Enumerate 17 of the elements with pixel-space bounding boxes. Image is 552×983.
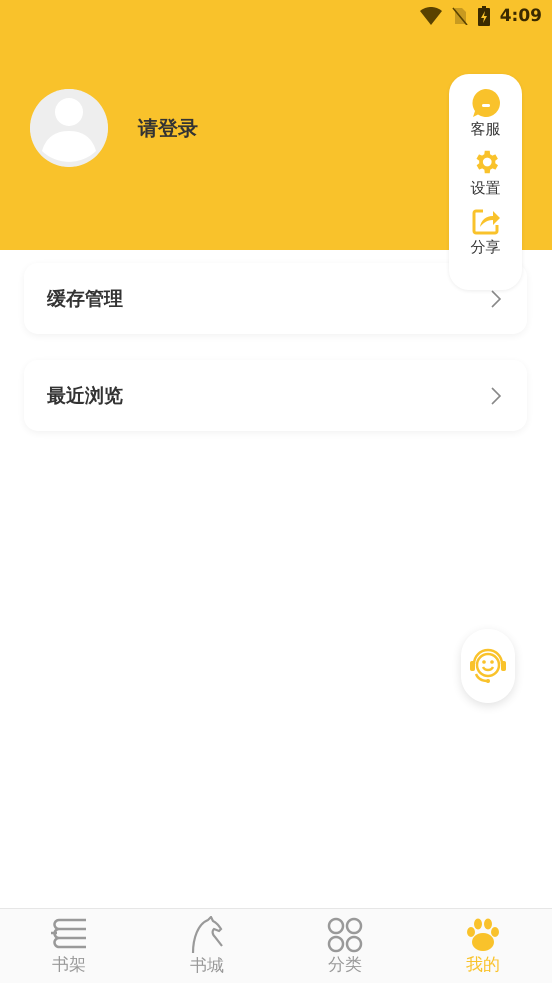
chevron-icon xyxy=(491,290,501,308)
avatar-icon[interactable] xyxy=(30,89,108,167)
chat-bubble-icon xyxy=(470,88,500,118)
paw-icon xyxy=(466,916,500,952)
wifi-icon xyxy=(420,7,442,25)
quick-menu-item[interactable]: 客服 xyxy=(470,88,500,139)
status-time: 4:09 xyxy=(500,6,542,26)
battery-charging-icon xyxy=(478,6,490,26)
chevron-icon xyxy=(491,386,501,404)
quick-menu-item[interactable]: 设置 xyxy=(470,147,500,198)
headset-smiley-icon xyxy=(468,646,508,686)
menu-row[interactable]: 最近浏览 xyxy=(24,360,527,431)
quick-menu-item[interactable]: 分享 xyxy=(470,206,500,257)
menu-row[interactable]: 缓存管理 xyxy=(24,263,527,334)
login-prompt[interactable]: 请登录 xyxy=(138,114,198,142)
no-sim-icon xyxy=(452,7,468,25)
grid-icon xyxy=(327,916,363,952)
